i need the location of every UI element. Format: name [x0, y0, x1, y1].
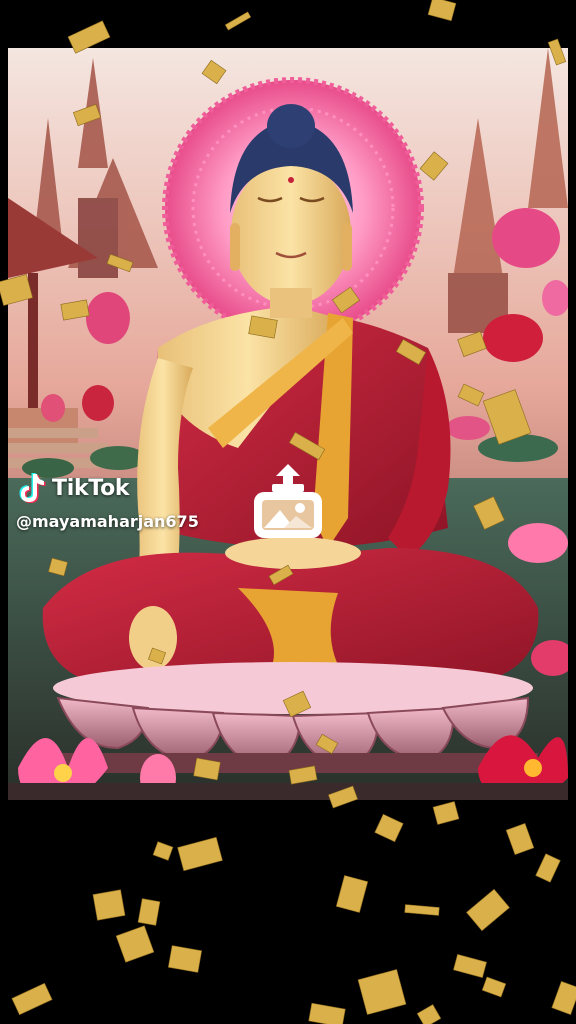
artwork-svg: [8, 48, 568, 800]
buddha-artwork: [8, 48, 568, 800]
foreground-ground: [8, 783, 568, 800]
tiktok-note-icon: [19, 473, 46, 503]
tiktok-watermark: TikTok @mayamaharjan675: [16, 472, 199, 531]
right-ear: [342, 223, 352, 271]
left-ear: [230, 223, 240, 271]
left-hand: [129, 606, 177, 670]
urna-dot: [288, 177, 294, 183]
pedestal-base: [48, 753, 538, 773]
tiktok-brand-label: TikTok: [52, 475, 130, 501]
tiktok-brand-row: TikTok: [16, 472, 199, 504]
creator-handle: @mayamaharjan675: [16, 512, 199, 531]
neck: [270, 288, 312, 318]
ushnisha: [267, 104, 315, 148]
image-upload-icon[interactable]: [250, 462, 326, 542]
